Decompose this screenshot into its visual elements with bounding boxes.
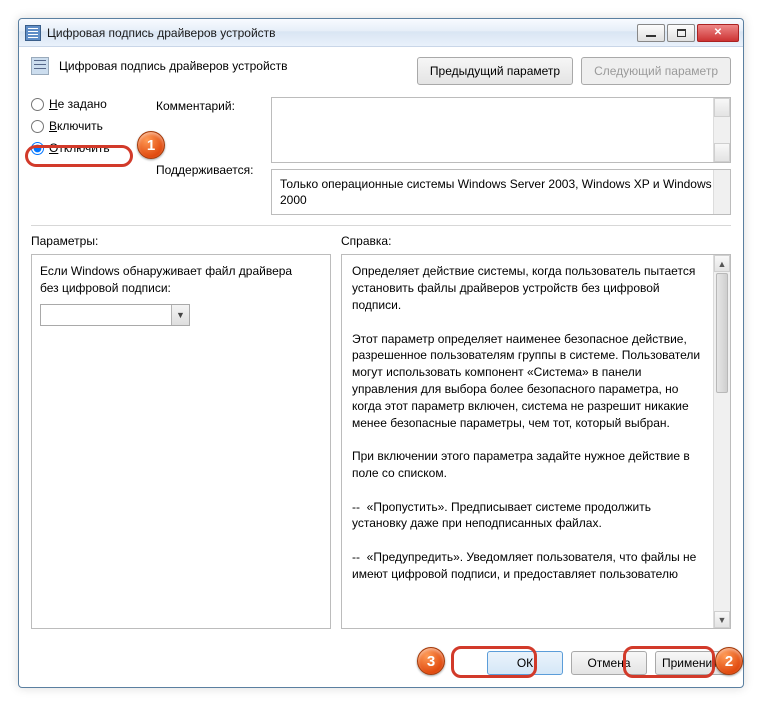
comment-label: Комментарий: bbox=[156, 99, 261, 113]
step-badge-3: 3 bbox=[417, 647, 445, 675]
help-panel: Определяет действие системы, когда польз… bbox=[341, 254, 731, 629]
help-scrollbar[interactable]: ▲ ▼ bbox=[713, 255, 730, 628]
radio-not-configured-input[interactable] bbox=[31, 98, 44, 111]
header-row: Цифровая подпись драйверов устройств Пре… bbox=[31, 57, 731, 85]
maximize-button[interactable] bbox=[667, 24, 695, 42]
radio-enabled-label: ключить bbox=[57, 119, 103, 133]
radio-disabled-label: тключить bbox=[58, 141, 109, 155]
app-icon bbox=[25, 25, 41, 41]
dialog-body: Цифровая подпись драйверов устройств Пре… bbox=[19, 47, 743, 641]
combobox-dropdown-button[interactable]: ▼ bbox=[171, 305, 189, 325]
titlebar: Цифровая подпись драйверов устройств ✕ bbox=[19, 19, 743, 47]
supported-text: Только операционные системы Windows Serv… bbox=[271, 169, 731, 215]
supported-value: Только операционные системы Windows Serv… bbox=[280, 177, 712, 207]
field-labels: Комментарий: Поддерживается: bbox=[156, 97, 261, 215]
parameters-label: Параметры: bbox=[31, 234, 331, 248]
help-column: Справка: Определяет действие системы, ко… bbox=[341, 234, 731, 629]
radio-enabled[interactable]: Включить bbox=[31, 119, 146, 133]
window-controls: ✕ bbox=[637, 24, 739, 42]
step-badge-1: 1 bbox=[137, 131, 165, 159]
scroll-down-button[interactable]: ▼ bbox=[714, 611, 730, 628]
previous-setting-button[interactable]: Предыдущий параметр bbox=[417, 57, 573, 85]
radio-column: Не задано Включить Отключить 1 bbox=[31, 97, 146, 215]
config-row: Не задано Включить Отключить 1 Комментар… bbox=[31, 97, 731, 215]
policy-icon bbox=[31, 57, 49, 75]
policy-title: Цифровая подпись драйверов устройств bbox=[59, 57, 407, 73]
comment-textarea[interactable] bbox=[271, 97, 731, 163]
parameters-combobox[interactable]: ▼ bbox=[40, 304, 190, 326]
supported-label: Поддерживается: bbox=[156, 163, 261, 177]
radio-not-configured[interactable]: Не задано bbox=[31, 97, 146, 111]
bottom-grid: Параметры: Если Windows обнаруживает фай… bbox=[31, 234, 731, 629]
ok-button[interactable]: ОК bbox=[487, 651, 563, 675]
minimize-button[interactable] bbox=[637, 24, 665, 42]
help-text: Определяет действие системы, когда польз… bbox=[342, 255, 713, 628]
parameters-panel: Если Windows обнаруживает файл драйвера … bbox=[31, 254, 331, 629]
field-values: Только операционные системы Windows Serv… bbox=[271, 97, 731, 215]
close-button[interactable]: ✕ bbox=[697, 24, 739, 42]
scroll-thumb[interactable] bbox=[716, 273, 728, 393]
dialog-window: Цифровая подпись драйверов устройств ✕ Ц… bbox=[18, 18, 744, 688]
radio-not-configured-label: е задано bbox=[58, 97, 107, 111]
radio-disabled[interactable]: Отключить bbox=[31, 141, 146, 155]
help-label: Справка: bbox=[341, 234, 731, 248]
step-badge-2: 2 bbox=[715, 647, 743, 675]
separator bbox=[31, 225, 731, 226]
footer: 3 ОК Отмена Применить 2 bbox=[19, 641, 743, 687]
window-title: Цифровая подпись драйверов устройств bbox=[47, 26, 637, 40]
cancel-button[interactable]: Отмена bbox=[571, 651, 647, 675]
scroll-up-button[interactable]: ▲ bbox=[714, 255, 730, 272]
parameters-column: Параметры: Если Windows обнаруживает фай… bbox=[31, 234, 331, 629]
radio-enabled-input[interactable] bbox=[31, 120, 44, 133]
comment-scrollbar[interactable] bbox=[713, 98, 730, 162]
radio-disabled-input[interactable] bbox=[31, 142, 44, 155]
parameters-text: Если Windows обнаруживает файл драйвера … bbox=[40, 263, 300, 295]
supported-scrollbar[interactable] bbox=[713, 170, 730, 214]
next-setting-button: Следующий параметр bbox=[581, 57, 731, 85]
